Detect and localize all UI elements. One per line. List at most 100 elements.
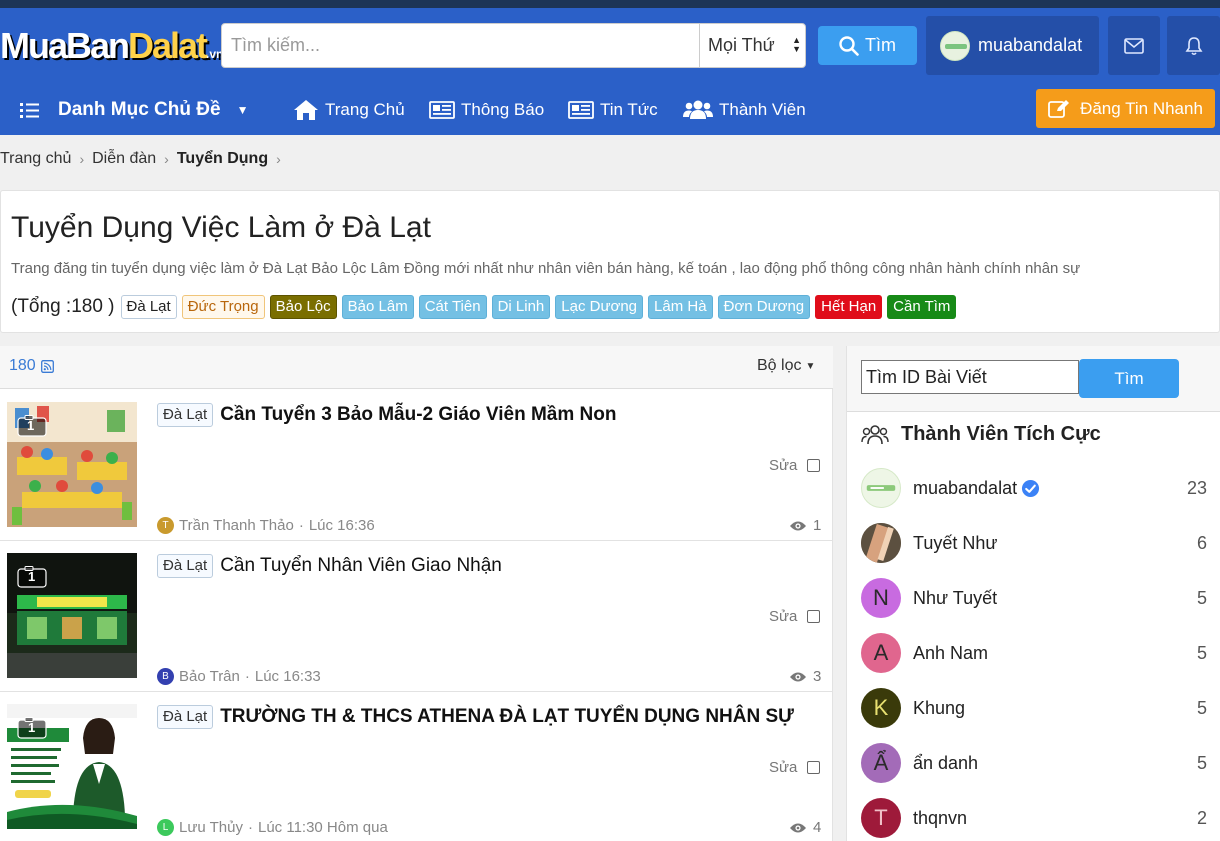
member-avatar[interactable]: K xyxy=(861,688,901,728)
thread-count: 180 xyxy=(9,357,36,374)
filter-menu[interactable]: Bộ lọc ▼ xyxy=(757,357,815,375)
edit-icon xyxy=(1048,99,1070,118)
thread-title-link[interactable]: TRƯỜNG TH & THCS ATHENA ĐÀ LẠT TUYỂN DỤN… xyxy=(220,706,794,728)
member-post-count: 5 xyxy=(1196,752,1207,773)
site-logo[interactable]: MuaBanDalat.vn xyxy=(0,28,223,72)
forum-description: Trang đăng tin tuyển dụng việc làm ở Đà … xyxy=(11,260,1081,277)
tag-don-duong[interactable]: Đơn Dương xyxy=(717,295,811,319)
author-name[interactable]: Trần Thanh Thảo xyxy=(179,517,294,534)
nav-home[interactable]: Trang Chủ xyxy=(293,88,405,132)
search-scope-select[interactable]: Mọi Thứ ▲ ▼ xyxy=(699,24,805,67)
views-value: 1 xyxy=(813,517,822,534)
thread-meta: L Lưu Thủy · Lúc 11:30 Hôm qua xyxy=(157,819,388,836)
thread-list-header: 180 Bộ lọc ▼ xyxy=(0,346,833,389)
member-name[interactable]: Tuyết Như xyxy=(913,533,997,554)
thread-row[interactable]: 1 Đà Lạt Cần Tuyển Nhân Viên Giao Nhận S… xyxy=(0,541,833,692)
author-avatar[interactable]: B xyxy=(157,668,174,685)
post-id-search-button[interactable]: Tìm xyxy=(1079,359,1179,398)
tag-seeking[interactable]: Cần Tìm xyxy=(887,295,957,319)
select-checkbox[interactable] xyxy=(807,459,821,472)
nav-members-label: Thành Viên xyxy=(719,100,806,119)
bell-icon xyxy=(1185,36,1202,55)
thread-prefix[interactable]: Đà Lạt xyxy=(157,705,214,729)
thread-total: (Tổng :180 ) xyxy=(11,296,115,317)
tag-duc-trong[interactable]: Đức Trọng xyxy=(181,295,265,319)
member-post-count: 5 xyxy=(1196,697,1207,718)
edit-link[interactable]: Sửa xyxy=(769,608,797,625)
thread-thumbnail[interactable]: 1 xyxy=(7,402,137,527)
category-menu[interactable]: Danh Mục Chủ Đề ▼ xyxy=(20,88,248,132)
member-name[interactable]: Khung xyxy=(913,698,965,719)
author-avatar[interactable]: L xyxy=(157,819,174,836)
breadcrumb-current[interactable]: Tuyển Dụng xyxy=(177,150,268,168)
edit-link[interactable]: Sửa xyxy=(769,759,797,776)
member-item[interactable]: T thqnvn 2 xyxy=(861,798,1220,838)
member-name[interactable]: thqnvn xyxy=(913,808,967,829)
eye-icon xyxy=(790,521,806,530)
member-avatar[interactable] xyxy=(861,468,901,508)
thread-title-link[interactable]: Cần Tuyển 3 Bảo Mẫu-2 Giáo Viên Mầm Non xyxy=(220,404,616,426)
user-avatar xyxy=(940,30,970,61)
thread-prefix[interactable]: Đà Lạt xyxy=(157,554,214,578)
member-avatar[interactable]: T xyxy=(861,798,901,838)
select-arrows-icon: ▲ ▼ xyxy=(792,35,801,54)
thread-row[interactable]: 1 Đà Lạt TRƯỜNG TH & THCS ATHENA ĐÀ LẠT … xyxy=(0,692,833,841)
nav-announcements[interactable]: Thông Báo xyxy=(429,88,544,132)
member-avatar[interactable] xyxy=(861,523,901,563)
nav-news[interactable]: Tin Tức xyxy=(568,88,658,132)
views-value: 4 xyxy=(813,819,822,836)
edit-link[interactable]: Sửa xyxy=(769,457,797,474)
member-item[interactable]: N Như Tuyết 5 xyxy=(861,578,1220,618)
member-avatar[interactable]: A xyxy=(861,633,901,673)
search-input[interactable] xyxy=(222,24,699,67)
alerts-button[interactable] xyxy=(1167,16,1220,75)
search-button[interactable]: Tìm xyxy=(818,26,917,65)
quick-post-button[interactable]: Đăng Tin Nhanh xyxy=(1036,89,1215,128)
thread-edit: Sửa xyxy=(769,608,821,625)
member-item[interactable]: muabandalat 23 xyxy=(861,468,1220,508)
tag-lam-ha[interactable]: Lâm Hà xyxy=(648,295,713,319)
inbox-button[interactable] xyxy=(1108,16,1160,75)
rss-link[interactable]: 180 xyxy=(9,357,54,375)
tag-bao-lam[interactable]: Bảo Lâm xyxy=(341,295,414,319)
post-id-input[interactable] xyxy=(861,360,1079,394)
top-strip xyxy=(0,0,1220,8)
member-name[interactable]: muabandalat xyxy=(913,478,1040,499)
tag-cat-tien[interactable]: Cát Tiên xyxy=(418,295,487,319)
select-checkbox[interactable] xyxy=(807,610,821,623)
tag-expired[interactable]: Hết Hạn xyxy=(815,295,883,319)
member-name[interactable]: Anh Nam xyxy=(913,643,988,664)
thread-thumbnail[interactable]: 1 xyxy=(7,553,137,678)
post-id-search: Tìm xyxy=(847,346,1220,412)
member-avatar[interactable]: N xyxy=(861,578,901,618)
author-name[interactable]: Lưu Thủy xyxy=(179,819,243,836)
tag-bao-loc[interactable]: Bảo Lộc xyxy=(269,295,337,319)
view-count: 3 xyxy=(789,668,821,685)
verified-badge-icon xyxy=(1022,479,1040,497)
caret-down-icon: ▼ xyxy=(236,103,249,117)
select-checkbox[interactable] xyxy=(807,761,821,774)
member-item[interactable]: Ẩ ẩn danh 5 xyxy=(861,743,1220,783)
nav-members[interactable]: Thành Viên xyxy=(683,88,806,132)
breadcrumb-forums[interactable]: Diễn đàn xyxy=(92,150,156,168)
member-name[interactable]: Như Tuyết xyxy=(913,588,997,609)
member-item[interactable]: A Anh Nam 5 xyxy=(861,633,1220,673)
author-name[interactable]: Bảo Trân xyxy=(179,668,240,685)
user-menu[interactable]: muabandalat xyxy=(926,16,1099,75)
member-avatar[interactable]: Ẩ xyxy=(861,743,901,783)
thread-time: Lúc 16:33 xyxy=(254,668,321,685)
thread-thumbnail[interactable]: 1 xyxy=(7,704,137,829)
author-avatar[interactable]: T xyxy=(157,517,174,534)
member-name[interactable]: ẩn danh xyxy=(913,753,978,774)
tag-lac-duong[interactable]: Lạc Dương xyxy=(555,295,644,319)
thread-row[interactable]: 1 Đà Lạt Cần Tuyển 3 Bảo Mẫu-2 Giáo Viên… xyxy=(0,390,833,541)
breadcrumb-home[interactable]: Trang chủ xyxy=(0,150,71,168)
tag-di-linh[interactable]: Di Linh xyxy=(491,295,551,319)
tag-da-lat[interactable]: Đà Lạt xyxy=(120,295,177,319)
member-item[interactable]: K Khung 5 xyxy=(861,688,1220,728)
thread-prefix[interactable]: Đà Lạt xyxy=(157,403,214,427)
thread-title-link[interactable]: Cần Tuyển Nhân Viên Giao Nhận xyxy=(220,555,502,577)
home-icon xyxy=(294,100,318,120)
eye-icon xyxy=(790,672,806,681)
member-item[interactable]: Tuyết Như 6 xyxy=(861,523,1220,563)
